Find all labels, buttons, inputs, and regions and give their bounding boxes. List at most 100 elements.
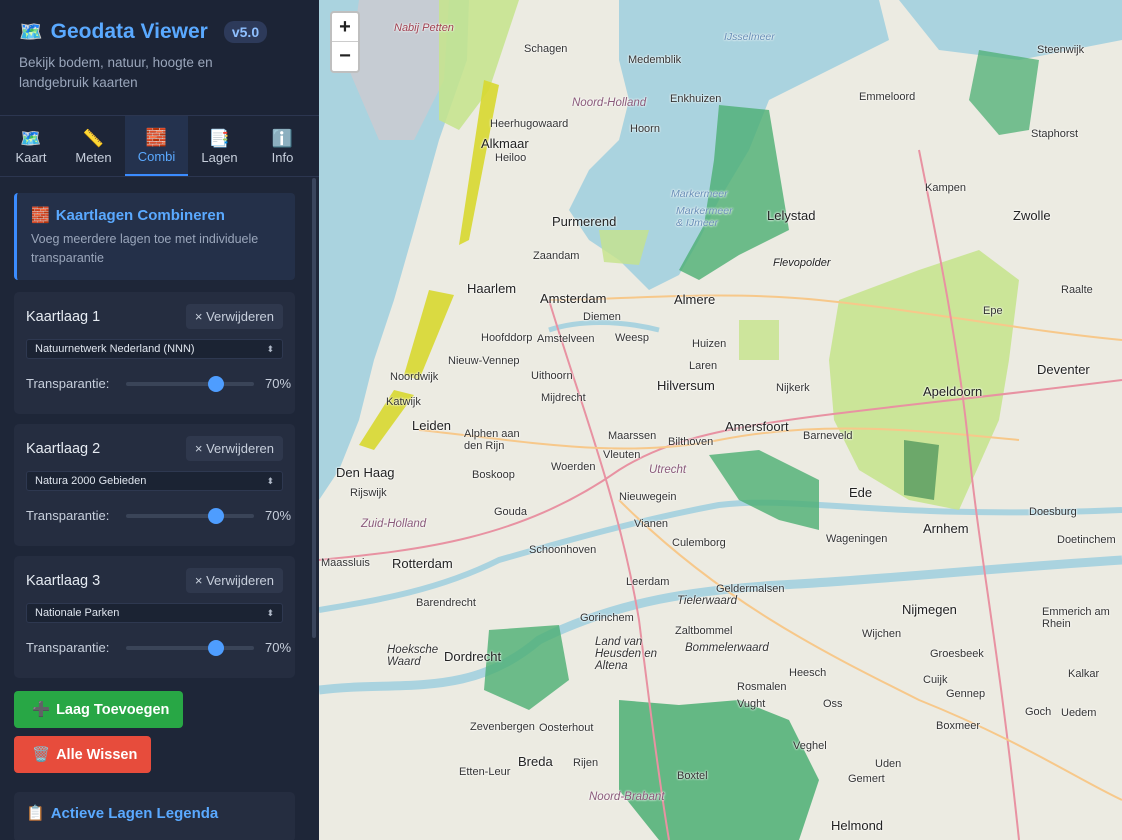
place-label: Bilthoven [668,436,714,448]
place-label: Zuid-Holland [361,518,427,530]
place-label: Laren [689,360,718,372]
slider-handle[interactable] [207,639,224,656]
place-label: Noord-Brabant [589,791,665,803]
chevron-updown-icon: ⬍ [266,475,274,486]
layer-select[interactable]: Natura 2000 Gebieden ⬍ [26,471,283,491]
place-label: Huizen [692,338,727,350]
app-subtitle: Bekijk bodem, natuur, hoogte en landgebr… [19,55,213,90]
app-header: 🗺️ Geodata Viewer v5.0 Bekijk bodem, nat… [0,0,319,116]
place-label: Amsterdam [540,291,607,306]
nnn-area [739,320,779,360]
remove-layer-button[interactable]: × Verwijderen [185,436,283,461]
place-label: Raalte [1061,284,1093,296]
place-label: Nijmegen [902,602,957,617]
place-label: Hoeksche Waard [387,644,439,668]
place-label: Haarlem [467,281,517,296]
place-label: Boxtel [677,770,708,782]
place-label: Nijkerk [776,382,810,394]
place-label: Doesburg [1029,506,1077,518]
tab-kaart[interactable]: 🗺️ Kaart [0,116,62,176]
tab-lagen[interactable]: 📑 Lagen [188,116,251,176]
place-label: Alkmaar [481,136,529,151]
add-layer-button[interactable]: ➕ Laag Toevoegen [14,691,184,728]
river [548,320,660,333]
map-canvas[interactable]: Nabij Petten IJsselmeer Schagen Medembli… [319,0,1122,840]
map-icon: 🗺️ [20,128,42,148]
place-label: Culemborg [672,537,726,549]
place-label: Boskoop [472,469,515,481]
place-label: Rosmalen [737,681,787,693]
place-label: Markermeer [671,188,728,200]
place-label: Schagen [524,43,568,55]
place-label: Noordwijk [390,371,439,383]
natura2000-area [619,700,819,840]
place-label: Wijchen [862,628,902,640]
place-label: Bommelerwaard [685,642,769,654]
place-label: Kalkar [1068,668,1100,680]
place-label: Hoorn [630,123,660,135]
tab-combi[interactable]: 🧱 Combi [125,116,188,176]
place-label: Barneveld [803,430,853,442]
place-label: Hoofddorp [481,332,533,344]
clear-all-button[interactable]: 🗑️ Alle Wissen [14,736,152,773]
layer-name: Kaartlaag 3 [26,572,101,589]
place-label: Gennep [946,688,986,700]
zoom-out-button[interactable]: − [332,42,358,71]
chevron-updown-icon: ⬍ [266,343,274,354]
place-label: Doetinchem [1057,534,1116,546]
combi-panel: 🧱 Kaartlagen Combineren Voeg meerdere la… [0,178,319,840]
layer-select[interactable]: Natuurnetwerk Nederland (NNN) ⬍ [26,339,283,359]
place-label: Flevopolder [773,257,831,269]
remove-layer-button[interactable]: × Verwijderen [185,304,283,329]
zoom-control: + − [330,11,360,73]
place-label: Gouda [494,506,528,518]
remove-layer-button[interactable]: × Verwijderen [185,568,283,593]
place-label: Vianen [634,518,669,530]
slider-handle[interactable] [207,375,224,392]
place-label: Amersfoort [725,419,789,434]
place-label: Zwolle [1013,208,1051,223]
place-label: Rotterdam [392,556,453,571]
place-label: Dordrecht [444,649,502,664]
sidebar-scrollbar[interactable] [312,178,316,638]
map-icon: 🗺️ [19,22,43,43]
dune-area [404,290,454,380]
place-label: Uedem [1061,707,1097,719]
place-label: Nieuwegein [619,491,677,503]
clipboard-icon: 📋 [26,805,45,822]
slider-handle[interactable] [207,507,224,524]
place-label: Schoonhoven [529,544,597,556]
transparency-slider[interactable] [126,639,254,656]
transparency-slider[interactable] [126,507,254,524]
place-label: Enkhuizen [670,93,722,105]
place-label: Helmond [831,818,884,833]
place-label: Geldermalsen [716,583,785,595]
stack-icon: 🧱 [31,207,50,224]
layer-card-3: Kaartlaag 3 × Verwijderen Nationale Park… [14,556,295,678]
place-label: Utrecht [649,464,687,476]
place-label: Maassluis [321,557,370,569]
place-label: Emmeloord [859,91,916,103]
place-label: Groesbeek [930,648,984,660]
place-label: Leerdam [626,576,670,588]
place-label: Vleuten [603,449,641,461]
tab-meten[interactable]: 📏 Meten [62,116,125,176]
place-label: Veghel [793,740,827,752]
transparency-value: 70% [265,640,292,655]
tab-info[interactable]: ℹ️ Info [251,116,314,176]
natura2000-area [904,440,939,500]
zoom-in-button[interactable]: + [332,13,358,42]
place-label: Woerden [551,461,596,473]
layers-icon: 📑 [208,128,231,148]
place-label: Wageningen [826,533,888,545]
place-label: Amstelveen [537,333,595,345]
place-label: Markermeer & IJmeer [676,205,733,229]
combine-description: Voeg meerdere lagen toe met individuele … [31,232,259,265]
place-label: Staphorst [1031,128,1079,140]
transparency-slider[interactable] [126,375,254,392]
layer-select[interactable]: Nationale Parken ⬍ [26,603,283,623]
place-label: Maarssen [608,430,657,442]
layer-card-2: Kaartlaag 2 × Verwijderen Natura 2000 Ge… [14,424,295,546]
place-label: Gemert [848,773,885,785]
place-label: Alphen aan den Rijn [464,428,520,452]
